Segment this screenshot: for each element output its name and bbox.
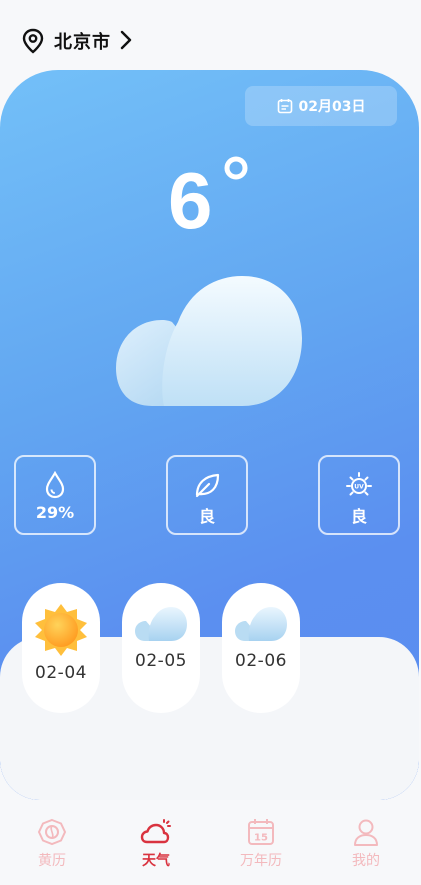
air-quality-value: 良 xyxy=(198,507,215,526)
humidity-drop-icon xyxy=(45,471,65,499)
weather-card: 02月03日 6 29% 良 UV 良 02-04 02-05 02-06 xyxy=(0,70,419,800)
forecast-day[interactable]: 02-04 xyxy=(22,583,100,713)
city-name[interactable]: 北京市 xyxy=(54,28,111,54)
forecast-date: 02-04 xyxy=(35,663,87,683)
cloud-weather-icon xyxy=(116,276,302,406)
location-bar[interactable]: 北京市 xyxy=(0,0,421,70)
date-selector[interactable]: 02月03日 xyxy=(245,86,397,126)
nav-almanac[interactable]: 黄历 xyxy=(17,818,87,870)
nav-calendar[interactable]: 15 万年历 xyxy=(226,818,296,870)
forecast-day[interactable]: 02-05 xyxy=(122,583,200,713)
cloud-icon xyxy=(135,607,187,641)
uv-sun-icon: UV xyxy=(346,472,372,496)
nav-profile[interactable]: 我的 xyxy=(331,818,401,870)
almanac-icon xyxy=(37,818,67,846)
svg-text:UV: UV xyxy=(354,484,364,491)
profile-icon xyxy=(354,819,378,846)
humidity-stat: 29% xyxy=(14,455,96,535)
forecast-date: 02-06 xyxy=(235,651,287,671)
nav-label: 黄历 xyxy=(38,853,66,869)
svg-text:15: 15 xyxy=(254,833,268,844)
nav-weather[interactable]: 天气 xyxy=(121,818,191,870)
calendar-small-icon xyxy=(277,99,292,114)
uv-value: 良 xyxy=(350,507,367,526)
degree-symbol xyxy=(224,156,248,180)
current-temperature: 6 xyxy=(168,156,213,245)
sun-icon xyxy=(35,604,87,656)
calendar-icon: 15 xyxy=(248,819,274,845)
nav-label: 我的 xyxy=(352,853,380,869)
weather-icon xyxy=(140,819,171,844)
cloud-icon xyxy=(235,607,287,641)
humidity-value: 29% xyxy=(35,503,75,522)
bottom-navigation: 黄历 天气 15 万年历 我的 xyxy=(0,800,421,885)
forecast-date: 02-05 xyxy=(135,651,187,671)
nav-label: 万年历 xyxy=(240,853,282,869)
forecast-day[interactable]: 02-06 xyxy=(222,583,300,713)
current-date: 02月03日 xyxy=(298,99,366,115)
location-pin-icon xyxy=(22,28,44,54)
air-quality-stat: 良 xyxy=(166,455,248,535)
uv-stat: UV 良 xyxy=(318,455,400,535)
chevron-right-icon[interactable] xyxy=(118,28,134,52)
leaf-air-quality-icon xyxy=(195,473,220,498)
nav-label: 天气 xyxy=(142,853,170,869)
